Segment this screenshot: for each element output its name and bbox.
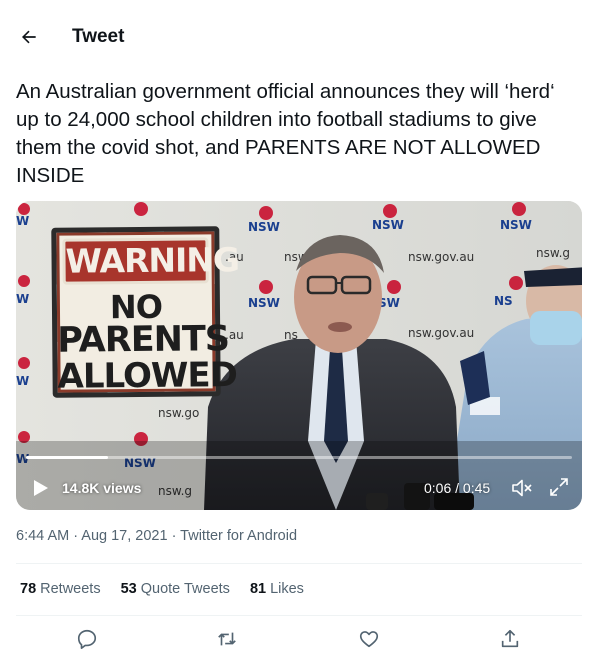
page-header: Tweet bbox=[0, 0, 598, 70]
svg-text:NSW: NSW bbox=[248, 296, 280, 310]
arrow-left-icon bbox=[22, 30, 36, 44]
likes-count: 81 bbox=[249, 581, 267, 597]
svg-text:NSW: NSW bbox=[248, 220, 280, 234]
tweet-video[interactable]: NSW NSW NSW NSW SW NS WWWW NSW .au nsw nsw.gov… bbox=[16, 201, 582, 510]
page-title: Tweet bbox=[72, 26, 125, 47]
share-button[interactable] bbox=[499, 628, 523, 652]
quote-tweets-stat[interactable]: 53 Quote Tweets bbox=[121, 581, 230, 597]
video-progress-fill bbox=[26, 456, 108, 459]
svg-text:nsw.g: nsw.g bbox=[536, 246, 570, 260]
svg-text:nsw.go: nsw.go bbox=[158, 406, 199, 420]
like-button[interactable] bbox=[358, 628, 382, 652]
retweets-label: Retweets bbox=[40, 581, 101, 597]
svg-text:NSW: NSW bbox=[500, 218, 532, 232]
warning-sign: WARNING NO PARENTS ALLOWED bbox=[51, 226, 239, 398]
retweets-count: 78 bbox=[20, 581, 37, 597]
divider bbox=[16, 563, 582, 564]
quote-tweets-label: Quote Tweets bbox=[140, 581, 230, 597]
tweet-text: An Australian government official announ… bbox=[16, 80, 555, 187]
reply-button[interactable] bbox=[76, 628, 100, 652]
warning-sign-heading: WARNING bbox=[62, 237, 239, 285]
expand-icon bbox=[550, 478, 568, 496]
video-timecode: 0:06 / 0:45 bbox=[424, 480, 491, 496]
svg-text:NS: NS bbox=[494, 294, 513, 308]
share-icon bbox=[501, 629, 519, 648]
tweet-actions bbox=[0, 622, 598, 658]
svg-text:W: W bbox=[16, 374, 29, 388]
quote-tweets-count: 53 bbox=[120, 581, 137, 597]
heart-icon bbox=[359, 631, 379, 648]
tweet-timestamp[interactable]: 6:44 AM · Aug 17, 2021 · Twitter for And… bbox=[16, 528, 297, 544]
tweet-stats: 78 Retweets 53 Quote Tweets 81 Likes bbox=[20, 581, 324, 597]
svg-text:W: W bbox=[16, 292, 29, 306]
muted-speaker-icon bbox=[512, 479, 532, 497]
video-progress-bar[interactable] bbox=[26, 456, 572, 459]
divider bbox=[16, 615, 582, 616]
svg-text:NSW: NSW bbox=[372, 218, 404, 232]
video-controls: 14.8K views 0:06 / 0:45 bbox=[16, 469, 582, 505]
play-icon bbox=[34, 480, 48, 496]
svg-text:nsw.gov.au: nsw.gov.au bbox=[408, 326, 474, 340]
retweets-stat[interactable]: 78 Retweets bbox=[20, 581, 101, 597]
likes-stat[interactable]: 81 Likes bbox=[250, 581, 304, 597]
retweet-button[interactable] bbox=[216, 628, 240, 652]
reply-icon bbox=[77, 629, 97, 649]
retweet-icon bbox=[218, 632, 236, 646]
svg-text:nsw.gov.au: nsw.gov.au bbox=[408, 250, 474, 264]
fullscreen-button[interactable] bbox=[549, 477, 569, 497]
play-button[interactable] bbox=[32, 479, 50, 497]
mute-button[interactable] bbox=[511, 478, 533, 498]
view-count: 14.8K views bbox=[62, 480, 142, 496]
back-button[interactable] bbox=[14, 22, 44, 52]
likes-label: Likes bbox=[270, 581, 304, 597]
warning-sign-line3: ALLOWED bbox=[57, 355, 238, 397]
svg-text:W: W bbox=[16, 214, 29, 228]
warning-sign-line2: PARENTS bbox=[57, 319, 230, 361]
